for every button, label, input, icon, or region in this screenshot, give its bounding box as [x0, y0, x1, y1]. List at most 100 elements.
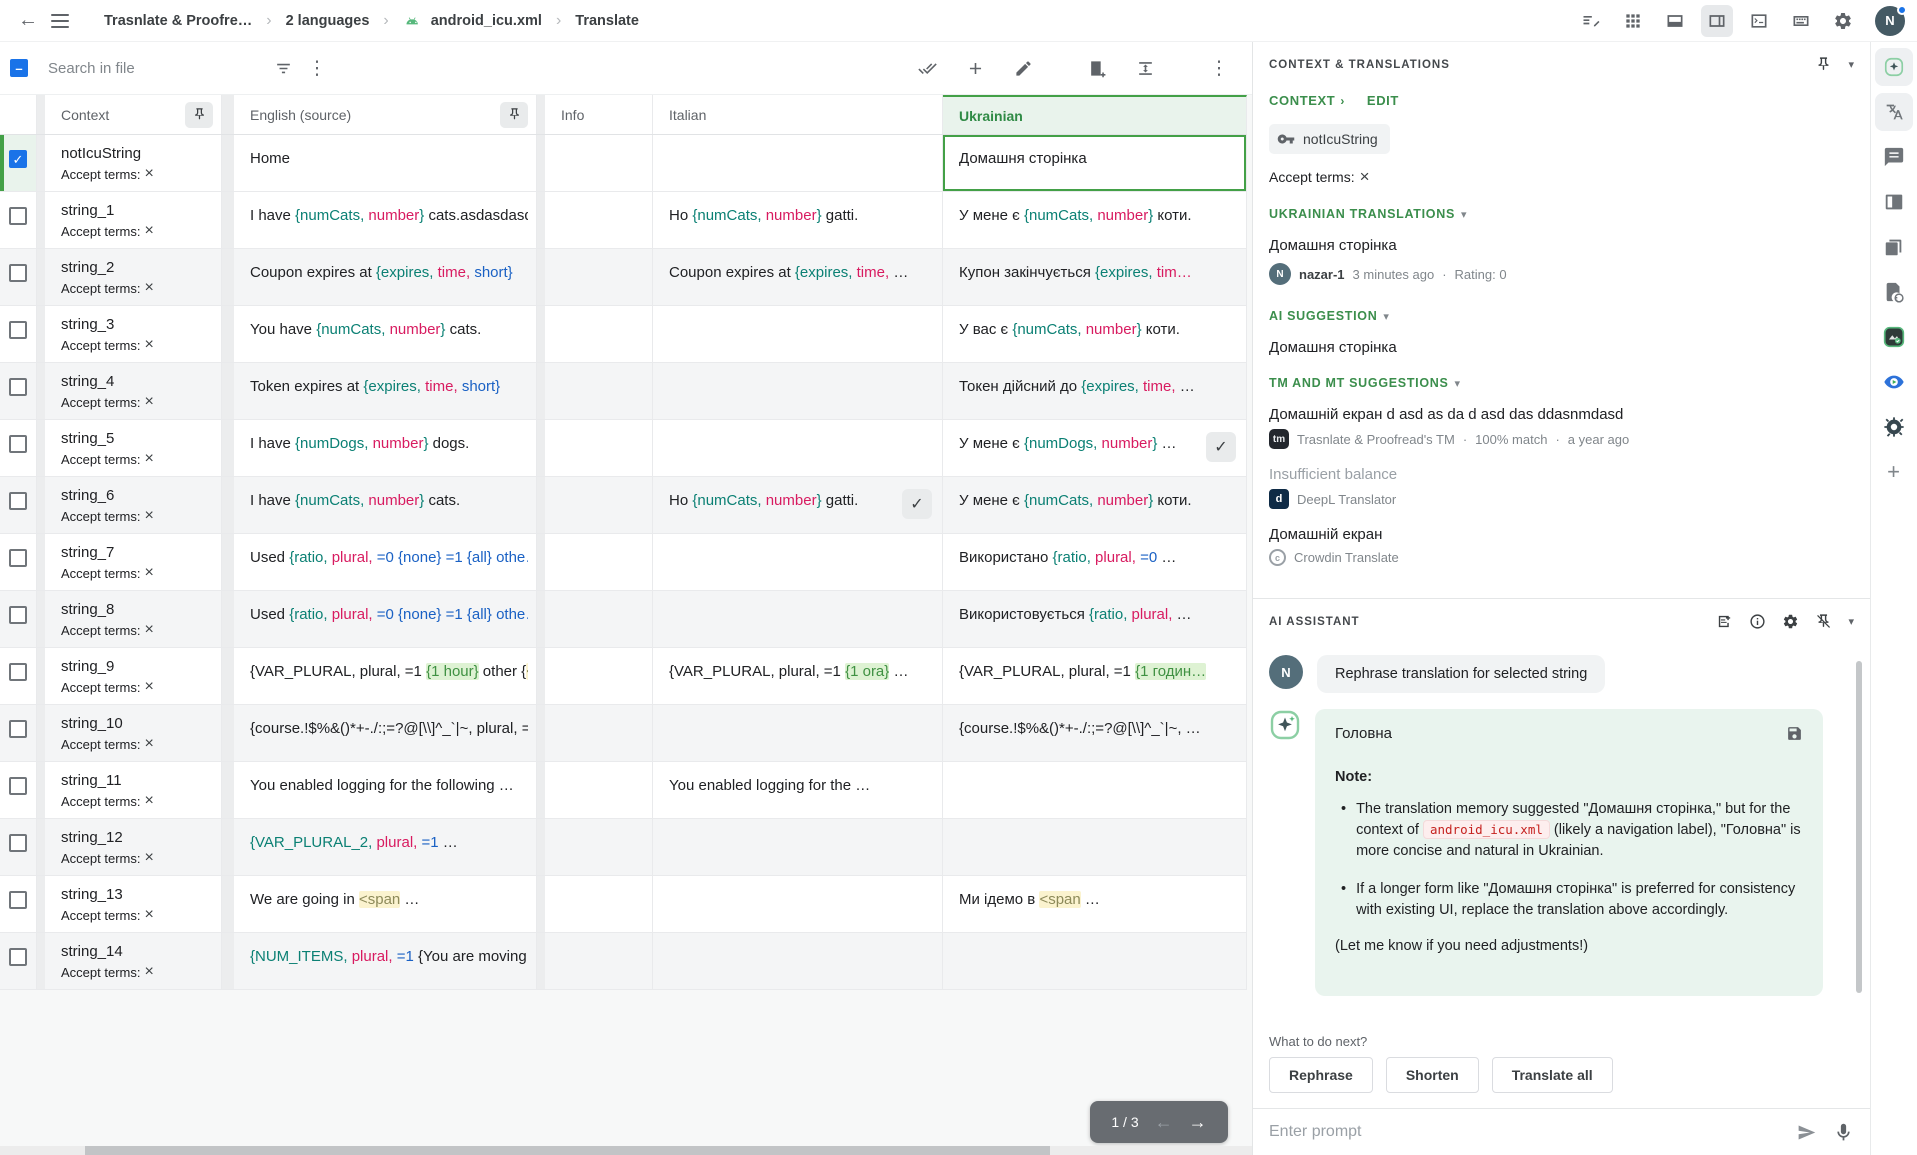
pin-icon[interactable]: [500, 102, 528, 128]
row-checkbox[interactable]: [9, 492, 27, 510]
ai-suggestion-header[interactable]: AI SUGGESTION▾: [1269, 309, 1854, 323]
context-cell[interactable]: string_8Accept terms:×: [45, 591, 222, 647]
string-key-chip[interactable]: notIcuString: [1269, 124, 1390, 154]
filter-icon[interactable]: [266, 51, 300, 85]
sort-options-icon[interactable]: ⋮: [300, 51, 334, 85]
collapse-caret-icon[interactable]: ▾: [1848, 615, 1854, 628]
rail-screenshots-icon[interactable]: [1875, 318, 1913, 356]
italian-cell[interactable]: [653, 135, 943, 191]
ukrainian-cell[interactable]: Купон закінчується {expires, tim…: [943, 249, 1247, 305]
context-cell[interactable]: string_12Accept terms:×: [45, 819, 222, 875]
header-context[interactable]: Context: [45, 95, 222, 134]
row-checkbox[interactable]: [9, 777, 27, 795]
save-icon[interactable]: [1786, 725, 1803, 747]
italian-cell[interactable]: [653, 819, 943, 875]
rail-add-panel-icon[interactable]: +: [1875, 453, 1913, 491]
source-cell[interactable]: Coupon expires at {expires, time, short}: [234, 249, 537, 305]
select-all-checkbox[interactable]: –: [10, 59, 28, 77]
rail-translate-icon[interactable]: [1875, 93, 1913, 131]
context-cell[interactable]: string_6Accept terms:×: [45, 477, 222, 533]
translations-header[interactable]: UKRAINIAN TRANSLATIONS▾: [1269, 207, 1854, 221]
unpin-icon[interactable]: [1815, 613, 1832, 630]
source-cell[interactable]: Home: [234, 135, 537, 191]
user-avatar[interactable]: N: [1875, 6, 1905, 36]
rail-context-card-icon[interactable]: [1875, 183, 1913, 221]
context-cell[interactable]: string_5Accept terms:×: [45, 420, 222, 476]
context-cell[interactable]: string_13Accept terms:×: [45, 876, 222, 932]
prompt-input[interactable]: [1269, 1123, 1780, 1141]
context-cell[interactable]: string_3Accept terms:×: [45, 306, 222, 362]
source-cell[interactable]: I have {numCats, number} cats.: [234, 477, 537, 533]
search-input[interactable]: [48, 60, 266, 77]
ukrainian-cell[interactable]: Використано {ratio, plural, =0 …: [943, 534, 1247, 590]
tm-suggestion-text[interactable]: Домашній екран d asd as da d asd das dda…: [1269, 406, 1854, 423]
ukrainian-cell[interactable]: У мене є {numCats, number} коти.: [943, 477, 1247, 533]
back-icon[interactable]: ←: [12, 5, 44, 37]
context-cell[interactable]: string_10Accept terms:×: [45, 705, 222, 761]
ukrainian-cell[interactable]: Домашня сторінка: [943, 135, 1247, 191]
context-cell[interactable]: string_14Accept terms:×: [45, 933, 222, 989]
source-cell[interactable]: I have {numCats, number} cats.asdasdasd: [234, 192, 537, 248]
ai-reply-translation[interactable]: Головна: [1335, 725, 1392, 742]
ukrainian-cell[interactable]: У мене є {numDogs, number} …✓: [943, 420, 1247, 476]
ukrainian-cell[interactable]: {course.!$%&()*+-./:;=?@[\\]^_`|~, …: [943, 705, 1247, 761]
context-cell[interactable]: string_7Accept terms:×: [45, 534, 222, 590]
ukrainian-cell[interactable]: [943, 762, 1247, 818]
source-cell[interactable]: Used {ratio, plural, =0 {none} =1 {all} …: [234, 591, 537, 647]
context-cell[interactable]: string_9Accept terms:×: [45, 648, 222, 704]
source-cell[interactable]: {VAR_PLURAL, plural, =1 {1 hour} other {…: [234, 648, 537, 704]
source-cell[interactable]: We are going in <span …: [234, 876, 537, 932]
italian-cell[interactable]: Ho {numCats, number} gatti.: [653, 192, 943, 248]
add-string-icon[interactable]: [958, 51, 992, 85]
breadcrumb-mode[interactable]: Translate: [575, 13, 639, 29]
ukrainian-cell[interactable]: Токен дійсний до {expires, time, …: [943, 363, 1247, 419]
keyboard-icon[interactable]: [1785, 5, 1817, 37]
source-cell[interactable]: {NUM_ITEMS, plural, =1 {You are moving …: [234, 933, 537, 989]
collapse-caret-icon[interactable]: ▾: [1848, 58, 1854, 71]
italian-cell[interactable]: {VAR_PLURAL, plural, =1 {1 ora} …: [653, 648, 943, 704]
breadcrumb-languages[interactable]: 2 languages: [286, 13, 370, 29]
side-panel-view-icon[interactable]: [1701, 5, 1733, 37]
mt-suggestion-item[interactable]: Домашній екран c Crowdin Translate: [1269, 526, 1854, 566]
italian-cell[interactable]: [653, 876, 943, 932]
tm-mt-header[interactable]: TM AND MT SUGGESTIONS▾: [1269, 376, 1854, 390]
prev-page-icon[interactable]: ←: [1155, 1112, 1173, 1133]
info-icon[interactable]: [1749, 613, 1766, 630]
approve-all-icon[interactable]: [910, 51, 944, 85]
row-checkbox[interactable]: [9, 720, 27, 738]
tm-suggestion-item[interactable]: Домашній екран d asd as da d asd das dda…: [1269, 406, 1854, 449]
header-italian[interactable]: Italian: [653, 95, 943, 134]
row-checkbox[interactable]: [9, 264, 27, 282]
rephrase-button[interactable]: Rephrase: [1269, 1057, 1373, 1093]
italian-cell[interactable]: You enabled logging for the …: [653, 762, 943, 818]
rail-glossary-icon[interactable]: [1875, 228, 1913, 266]
ukrainian-cell[interactable]: Ми ідемо в <span …: [943, 876, 1247, 932]
tasks-edit-icon[interactable]: [1575, 5, 1607, 37]
source-cell[interactable]: Used {ratio, plural, =0 {none} =1 {all} …: [234, 534, 537, 590]
header-ukrainian[interactable]: Ukrainian: [943, 95, 1247, 134]
shorten-button[interactable]: Shorten: [1386, 1057, 1479, 1093]
rail-preview-eye-icon[interactable]: [1875, 363, 1913, 401]
send-icon[interactable]: [1796, 1122, 1817, 1143]
edit-pencil-icon[interactable]: [1006, 51, 1040, 85]
italian-cell[interactable]: [653, 363, 943, 419]
source-cell[interactable]: Token expires at {expires, time, short}: [234, 363, 537, 419]
breadcrumb-file[interactable]: android_icu.xml: [431, 13, 542, 29]
row-checkbox[interactable]: ✓: [9, 150, 27, 168]
mt-suggestion-item[interactable]: Insufficient balance d DeepL Translator: [1269, 466, 1854, 509]
mt-suggestion-text[interactable]: Домашній екран: [1269, 526, 1854, 543]
context-cell[interactable]: notIcuStringAccept terms:×: [45, 135, 222, 191]
row-height-icon[interactable]: [1128, 51, 1162, 85]
ukrainian-cell[interactable]: [943, 819, 1247, 875]
add-column-icon[interactable]: [1080, 51, 1114, 85]
ukrainian-cell[interactable]: У вас є {numCats, number} коти.: [943, 306, 1247, 362]
source-cell[interactable]: {course.!$%&()*+-./:;=?@[\\]^_`|~, plura…: [234, 705, 537, 761]
italian-cell[interactable]: Ho {numCats, number} gatti.✓: [653, 477, 943, 533]
author-name[interactable]: nazar-1: [1299, 267, 1345, 282]
row-checkbox[interactable]: [9, 891, 27, 909]
author-avatar[interactable]: N: [1269, 263, 1291, 285]
ukrainian-cell[interactable]: Використовується {ratio, plural, …: [943, 591, 1247, 647]
edit-link[interactable]: EDIT: [1367, 93, 1399, 108]
row-checkbox[interactable]: [9, 549, 27, 567]
row-checkbox[interactable]: [9, 321, 27, 339]
